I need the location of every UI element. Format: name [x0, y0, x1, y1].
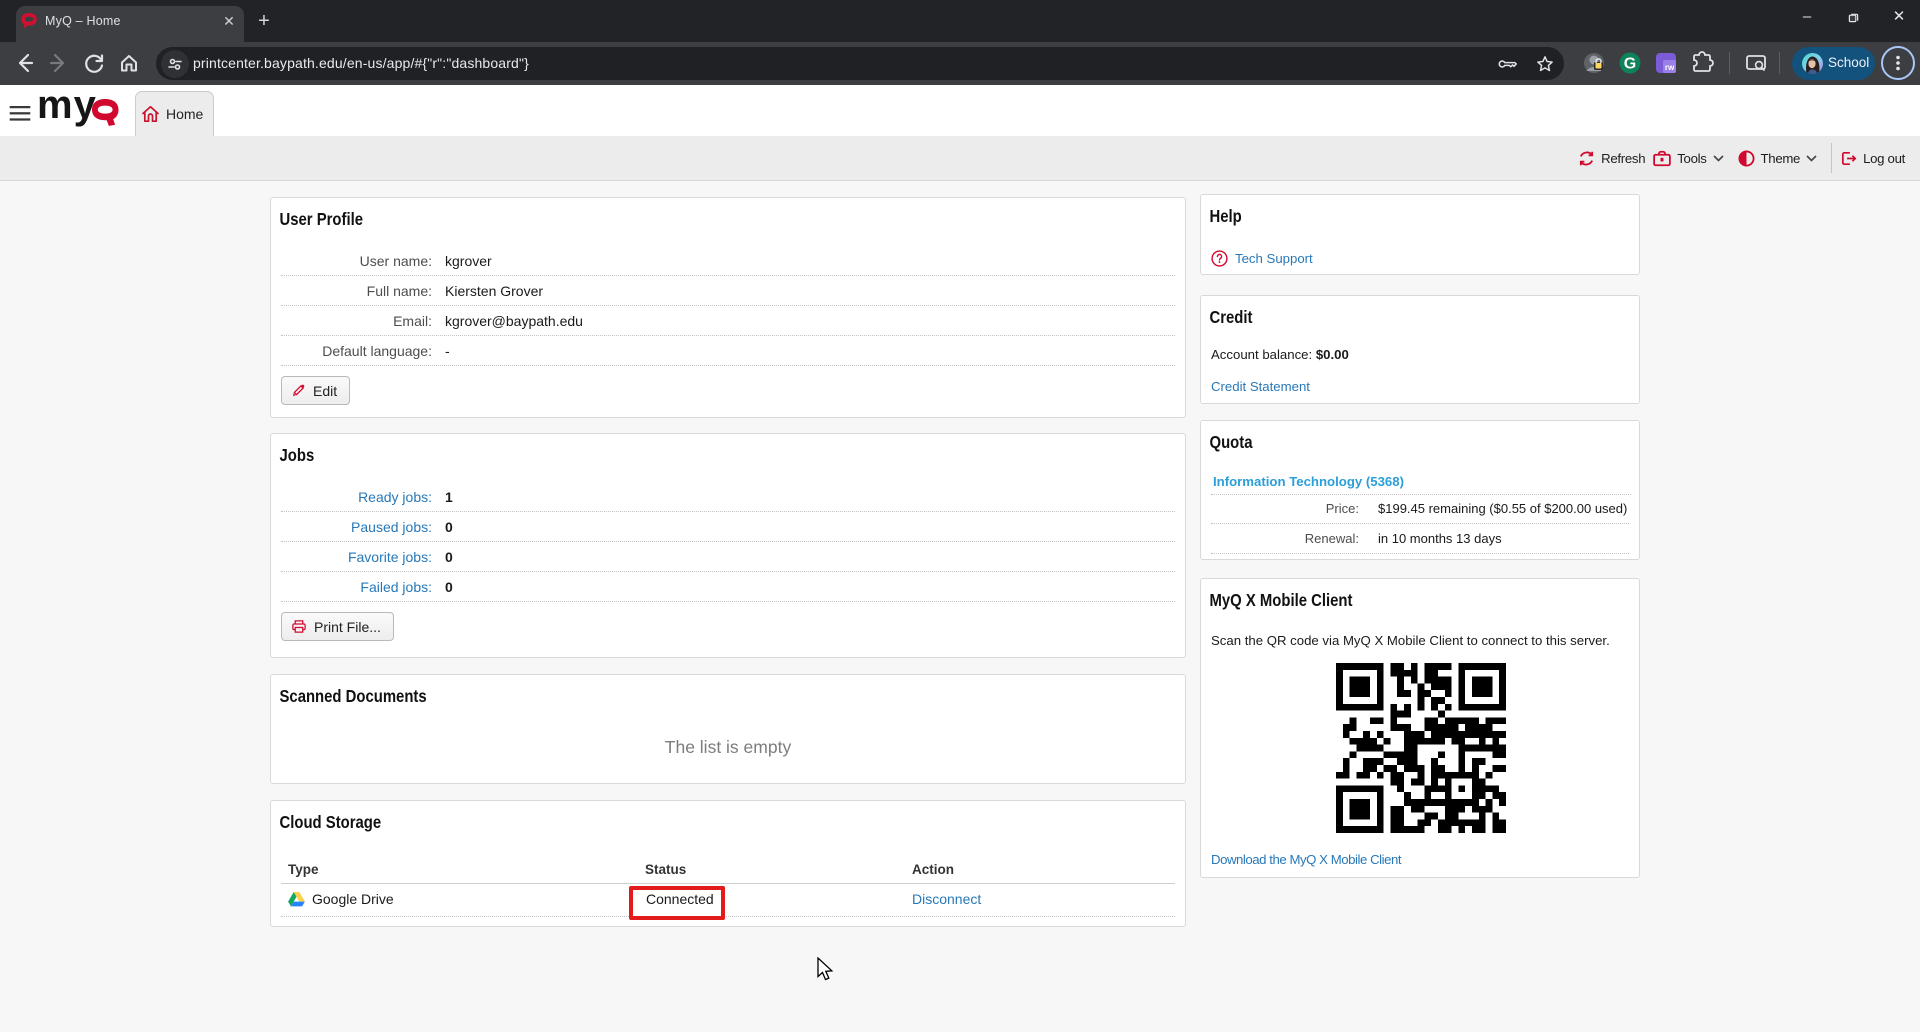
- svg-text:rw: rw: [1665, 63, 1675, 72]
- svg-text:G: G: [1624, 56, 1636, 73]
